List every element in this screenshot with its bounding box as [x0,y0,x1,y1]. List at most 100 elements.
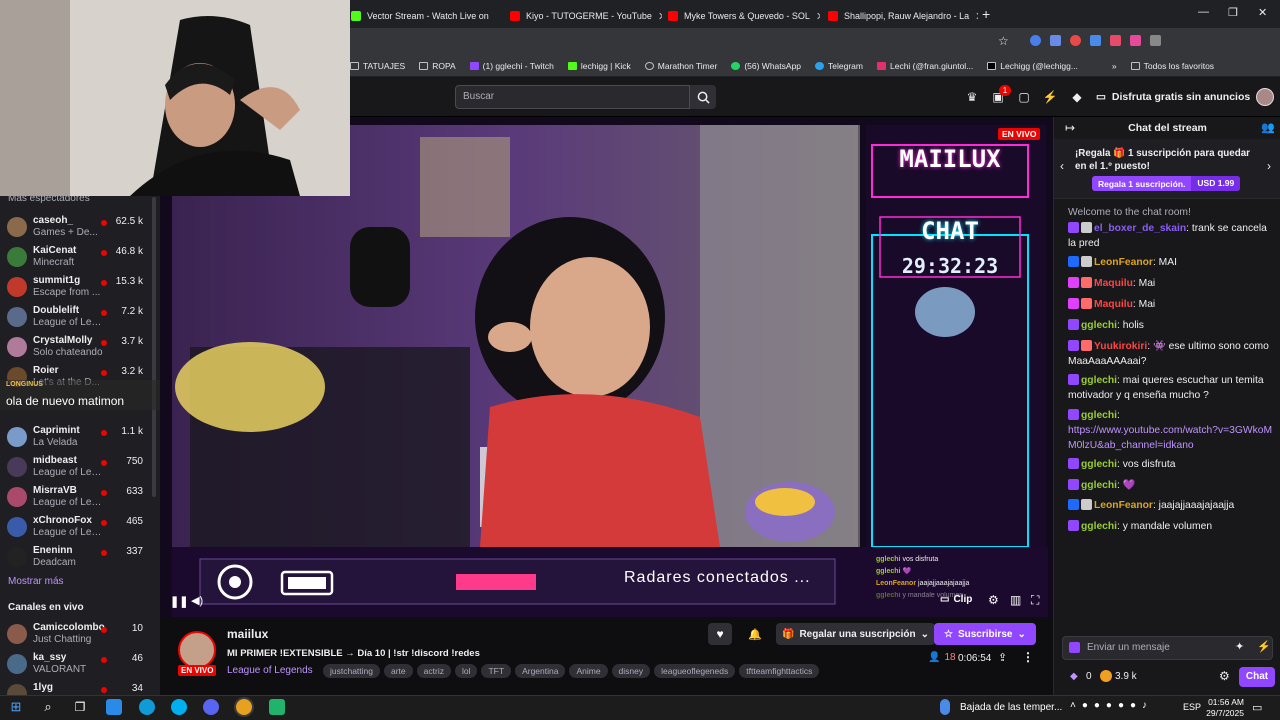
sidebar-channel[interactable]: caseoh_ Games + De... 62.5 k [0,213,155,243]
browser-tab[interactable]: Vector Stream - Watch Live on [343,4,493,28]
tag[interactable]: actriz [416,664,451,678]
weather-text[interactable]: Bajada de las temper... [960,702,1062,713]
channel-points-icon[interactable] [1100,670,1112,682]
bits-icon[interactable]: ◆ [1069,89,1085,105]
bookmark-tatuajes[interactable]: TATUAJES [350,61,405,71]
chat-input[interactable]: Enviar un mensaje ✦ ⚡ [1062,636,1273,660]
language-indicator[interactable]: ESP [1183,702,1201,712]
gift-one-sub-button[interactable]: Regala 1 suscripción. USD 1.99 [1092,176,1241,191]
notification-bell-button[interactable]: 🔔 [744,623,766,645]
sidebar-channel[interactable]: CrystalMolly Solo chateando 3.7 k [0,333,155,363]
bookmark-kick[interactable]: lechigg | Kick [567,61,631,71]
streamer-name[interactable]: maiilux [227,627,268,641]
chat-send-button[interactable]: Chat [1239,667,1275,687]
gift-sub-button[interactable]: 🎁 Regalar una suscripción ⌄ [776,623,935,645]
share-icon[interactable]: ⇪ [998,651,1007,664]
edge-icon[interactable] [139,699,155,715]
sidebar-channel[interactable]: Doublelift League of Leg... 7.2 k [0,303,155,333]
volume-icon[interactable]: ◀) [191,594,203,607]
tag[interactable]: Argentina [515,664,566,678]
tag[interactable]: tftteamfighttactics [739,664,820,678]
sidebar-live-channel[interactable]: ka_ssy VALORANT 46 [0,650,155,680]
settings-icon[interactable]: ⚙ [1219,669,1230,683]
clip-button[interactable]: ▭ Clip [940,594,972,605]
tag[interactable]: TFT [481,664,512,678]
close-tab-icon[interactable]: ✕ [975,10,978,23]
sidebar-channel[interactable]: Caprimint La Velada 1.1 k [0,423,155,453]
crown-icon[interactable]: ♛ [964,89,980,105]
file-explorer-icon[interactable] [106,699,122,715]
bookmark-tiktok[interactable]: Lechigg (@lechigg... [987,61,1078,71]
sidebar-channel[interactable]: KaiCenat Minecraft 46.8 k [0,243,155,273]
browser-tab[interactable]: Shallipopi, Rauw Alejandro - La✕ [820,4,978,28]
extension-icon[interactable] [1070,35,1081,46]
app-icon[interactable] [269,699,285,715]
whisper-icon[interactable]: ▢ [1016,89,1032,105]
extension-icon[interactable] [1130,35,1141,46]
notifications-icon[interactable]: ▭ [1252,701,1262,714]
follow-heart-button[interactable]: ♥ [708,623,732,645]
browser-tab[interactable]: Kiyo - TUTOGERME - YouTube✕ [502,4,662,28]
sidebar-channel[interactable]: xChronoFoxLeague of Lege... 465 [0,513,155,543]
emote-picker-icon[interactable]: ✦ [1235,640,1244,653]
settings-icon[interactable]: ⚙ [988,593,999,607]
bookmark-ropa[interactable]: ROPA [419,61,456,71]
chevron-left-icon[interactable]: ‹ [1060,159,1064,173]
theatre-mode-icon[interactable]: ▥ [1010,593,1021,607]
pause-icon[interactable]: ❚❚ [170,595,188,608]
category-link[interactable]: League of Legends [227,665,313,676]
ad-free-button[interactable]: ▭ Disfruta gratis sin anuncios [1096,87,1250,107]
bits-icon[interactable]: ◆ [1070,671,1078,682]
star-icon[interactable]: ☆ [998,34,1009,48]
bookmark-twitch[interactable]: (1) gglechi - Twitch [469,61,554,71]
search-button[interactable] [690,85,716,109]
extension-icon[interactable] [1090,35,1101,46]
bookmark-whatsapp[interactable]: (56) WhatsApp [731,61,801,71]
minimize-button[interactable]: — [1198,6,1209,18]
close-window-button[interactable]: ✕ [1258,6,1267,19]
sidebar-channel[interactable]: MisrraVBLeague of Lege... 633 [0,483,155,513]
sidebar-channel[interactable]: Eneninn Deadcam 337 [0,543,155,573]
more-options-icon[interactable]: ⋮ [1022,650,1034,664]
new-tab-button[interactable]: + [982,6,990,22]
sidebar-live-channel[interactable]: Camiccolombo Just Chatting 10 [0,620,155,650]
bookmark-marathon[interactable]: Marathon Timer [644,61,717,71]
clock[interactable]: 01:56 AM 29/7/2025 [1204,697,1244,719]
extension-icon[interactable] [1030,35,1041,46]
browser-tab[interactable]: Myke Towers & Quevedo - SOL✕ [660,4,820,28]
search-input[interactable]: Buscar [455,85,690,109]
restore-button[interactable]: ❐ [1228,6,1238,19]
avatar[interactable] [1256,88,1274,106]
bookmark-instagram[interactable]: Lechi (@fran.giuntol... [877,61,973,71]
tag[interactable]: leagueoflegeneds [654,664,736,678]
streamer-avatar[interactable] [178,631,216,669]
system-tray-icons[interactable]: ˄●●●●●♪ [1070,700,1153,711]
users-icon[interactable]: 👥 [1261,121,1275,134]
tag[interactable]: disney [611,664,651,678]
extensions-icon[interactable]: ⚡ [1042,89,1058,105]
bookmarks-overflow-icon[interactable]: » [1112,61,1117,71]
chat-link[interactable]: https://www.youtube.com/watch?v=3GWkoMM0… [1068,425,1272,451]
sidebar-channel[interactable]: midbeastLeague of Lege... 750 [0,453,155,483]
tag[interactable]: lol [454,664,478,678]
tag[interactable]: justchatting [323,664,380,678]
fullscreen-icon[interactable]: ⛶ [1031,593,1039,608]
subscribe-button[interactable]: ☆ Suscribirse ⌄ [934,623,1036,645]
tag[interactable]: arte [384,664,413,678]
bookmark-telegram[interactable]: Telegram [815,61,863,71]
discord-icon[interactable] [203,699,219,715]
skype-icon[interactable] [171,699,187,715]
sidebar-channel[interactable]: summit1g Escape from ... 15.3 k [0,273,155,303]
puzzle-icon[interactable] [1150,35,1161,46]
search-icon[interactable]: ⌕ [40,699,56,715]
extensions-icon[interactable]: ⚡ [1257,640,1271,653]
task-view-icon[interactable]: ❐ [72,699,88,715]
tag[interactable]: Anime [569,664,608,678]
extension-icon[interactable] [1110,35,1121,46]
bookmark-all[interactable]: Todos los favoritos [1130,61,1214,71]
show-more-link[interactable]: Mostrar más [8,576,64,587]
windows-start-icon[interactable]: ⊞ [8,699,24,715]
chrome-icon[interactable] [236,699,252,715]
chevron-right-icon[interactable]: › [1267,159,1271,173]
extension-icon[interactable] [1050,35,1061,46]
